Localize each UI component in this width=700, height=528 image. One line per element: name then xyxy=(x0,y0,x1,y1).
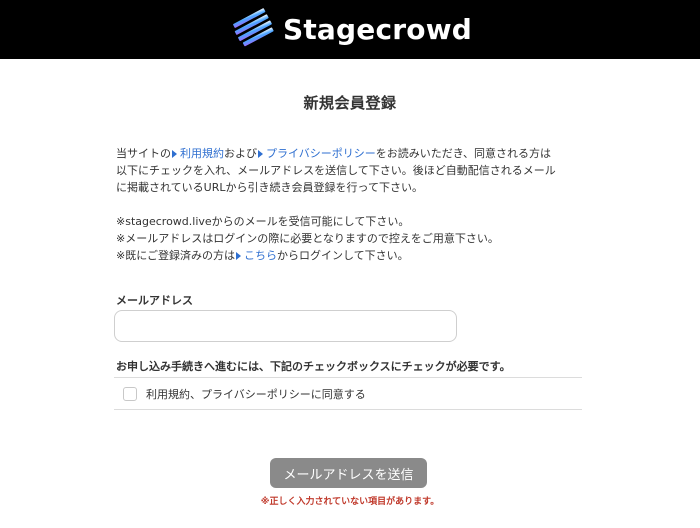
email-label: メールアドレス xyxy=(116,294,193,307)
consent-checkbox-label[interactable]: 利用規約、プライバシーポリシーに同意する xyxy=(146,386,366,402)
consent-row: 利用規約、プライバシーポリシーに同意する xyxy=(114,377,582,410)
intro-line-1: 当サイトの 利用規約および プライバシーポリシーをお読みいただき、同意される方は xyxy=(116,145,596,162)
login-link-label: こちら xyxy=(244,249,277,262)
note-2: ※メールアドレスはログインの際に必要となりますので控えをご用意下さい。 xyxy=(116,232,499,245)
consent-checkbox[interactable] xyxy=(123,386,137,401)
intro-text: 当サイトの 利用規約および プライバシーポリシーをお読みいただき、同意される方は 以… xyxy=(116,145,596,264)
note-3: ※既にご登録済みの方は こちらからログインして下さい。 xyxy=(116,247,596,264)
stagecrowd-stripes-logo-icon xyxy=(233,8,274,47)
intro-line-1-suffix: をお読みいただき、同意される方は xyxy=(375,147,552,160)
login-link[interactable]: こちら xyxy=(235,249,277,262)
note-1: ※stagecrowd.liveからのメールを受信可能にして下さい。 xyxy=(116,215,410,228)
triangle-right-icon xyxy=(172,149,177,158)
brand-name: Stagecrowd xyxy=(282,12,472,46)
intro-line-1-prefix: 当サイトの xyxy=(116,147,171,160)
terms-link[interactable]: 利用規約 xyxy=(171,147,224,160)
note-3-prefix: ※既にご登録済みの方は xyxy=(116,249,235,262)
error-message: ※正しく入力されていない項目があります。 xyxy=(260,497,440,507)
notes: ※stagecrowd.liveからのメールを受信可能にして下さい。 ※メールア… xyxy=(116,213,596,264)
submit-email-button[interactable]: メールアドレスを送信 xyxy=(270,458,427,488)
page-title: 新規会員登録 xyxy=(303,94,397,112)
site-logo[interactable]: Stagecrowd xyxy=(232,4,472,52)
terms-link-label: 利用規約 xyxy=(180,147,224,160)
privacy-policy-link[interactable]: プライバシーポリシー xyxy=(257,147,376,160)
privacy-policy-link-label: プライバシーポリシー xyxy=(266,147,376,160)
intro-line-2: 以下にチェックを入れ、メールアドレスを送信して下さい。後ほど自動配信されるメール xyxy=(116,164,556,177)
triangle-right-icon xyxy=(258,149,263,158)
email-input[interactable] xyxy=(114,310,457,342)
intro-line-3: に掲載されているURLから引き続き会員登録を行って下さい。 xyxy=(116,181,423,194)
triangle-right-icon xyxy=(236,251,241,260)
site-header: Stagecrowd xyxy=(0,0,700,59)
note-3-suffix: からログインして下さい。 xyxy=(277,249,409,262)
consent-requirement-text: お申し込み手続きへ進むには、下記のチェックボックスにチェックが必要です。 xyxy=(116,360,511,373)
intro-line-1-mid: および xyxy=(224,147,257,160)
